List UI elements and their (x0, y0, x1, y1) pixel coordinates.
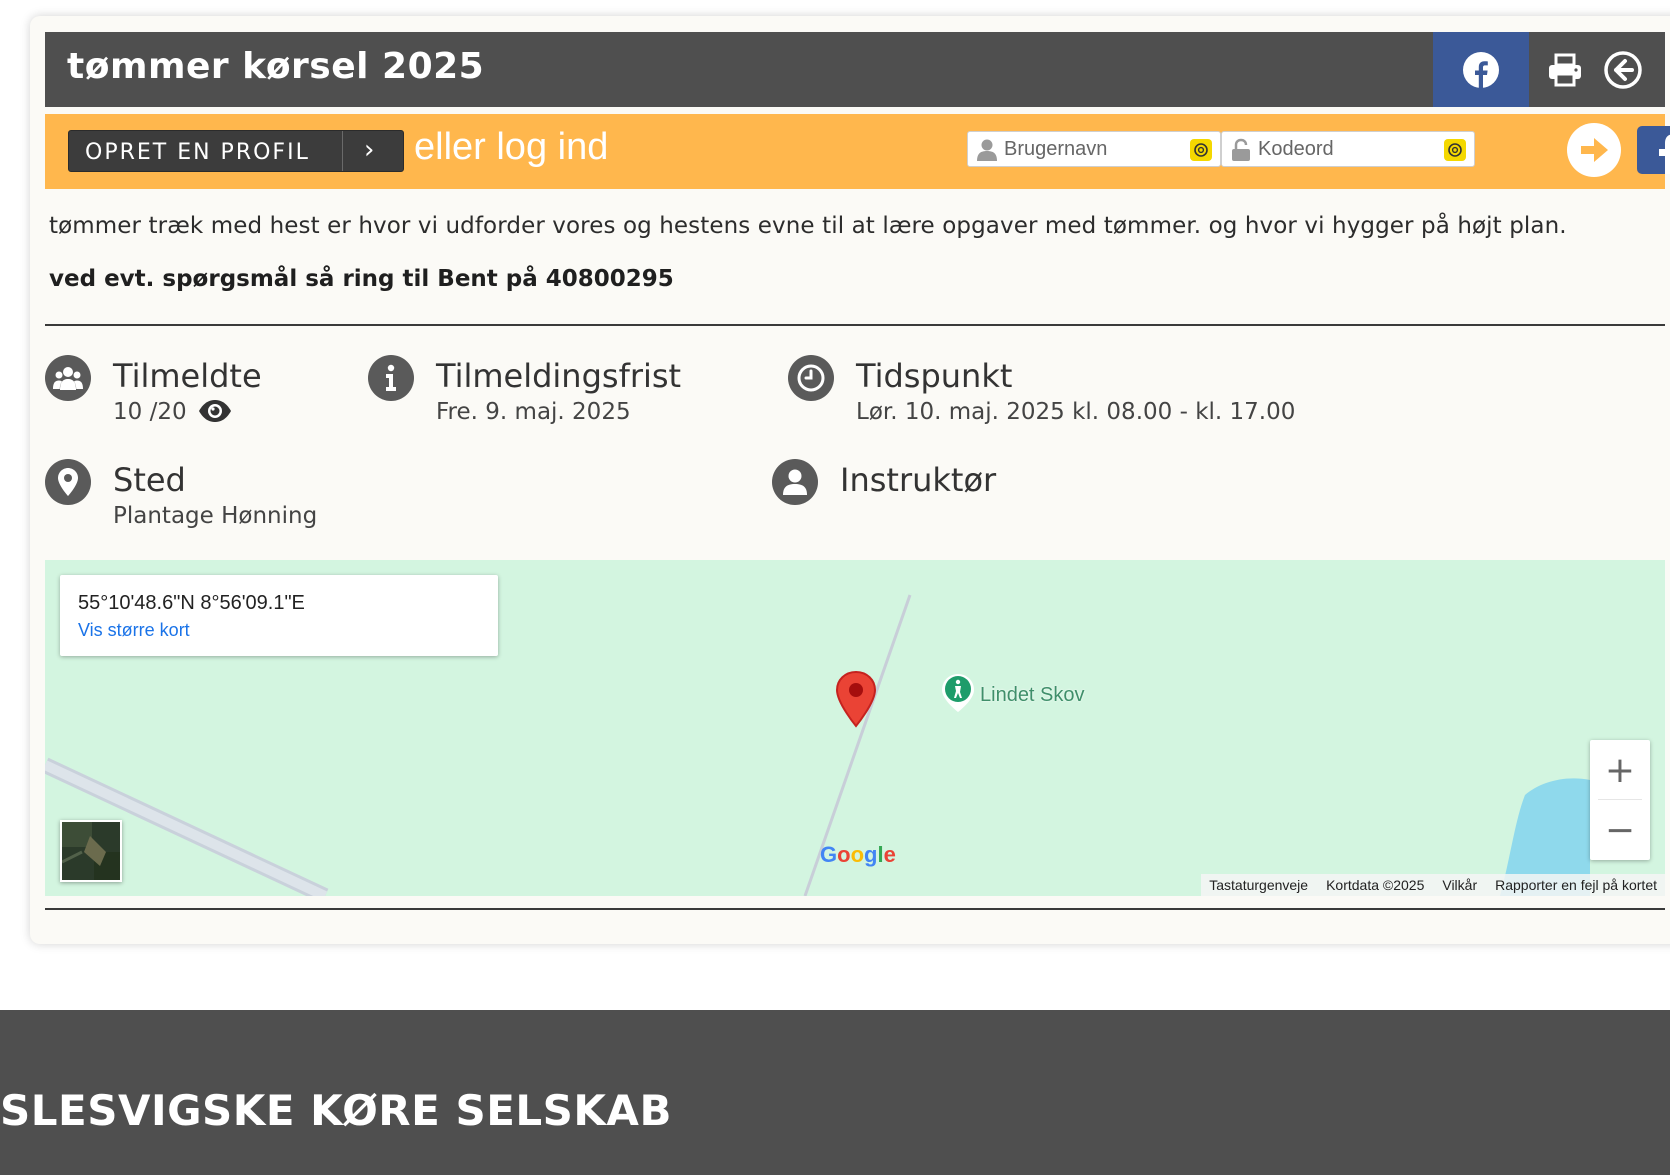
place-value: Plantage Hønning (113, 503, 318, 529)
print-icon[interactable] (1545, 50, 1585, 90)
group-icon (45, 355, 91, 401)
button-divider (342, 131, 343, 171)
login-bar: OPRET EN PROFIL › eller log ind (45, 114, 1670, 189)
password-field[interactable] (1221, 131, 1475, 167)
registered-heading: Tilmeldte (113, 357, 262, 395)
facebook-login-button[interactable] (1637, 126, 1670, 174)
eye-icon[interactable] (198, 399, 232, 423)
facebook-share-button[interactable] (1433, 32, 1529, 107)
deadline-value: Fre. 9. maj. 2025 (436, 399, 631, 425)
person-icon (772, 459, 818, 505)
satellite-thumbnail (62, 822, 120, 880)
clock-icon (788, 355, 834, 401)
satellite-toggle[interactable] (60, 820, 122, 882)
registered-count: 10 /20 (113, 399, 187, 425)
divider (45, 324, 1665, 326)
user-icon (977, 139, 997, 161)
create-profile-label: OPRET EN PROFIL (85, 140, 310, 165)
map-data-credit: Kortdata ©2025 (1326, 877, 1425, 893)
login-submit-button[interactable] (1567, 123, 1621, 177)
larger-map-link[interactable]: Vis større kort (78, 620, 190, 641)
map-place-card: 55°10'48.6"N 8°56'09.1"E Vis større kort (60, 575, 498, 656)
registered-value: 10 /20 (113, 399, 232, 425)
password-manager-icon[interactable] (1444, 139, 1466, 161)
info-icon (368, 355, 414, 401)
map-marker-icon[interactable] (835, 670, 877, 728)
back-arrow-icon[interactable] (1603, 50, 1643, 90)
map-pin-icon (45, 459, 91, 505)
terms-link[interactable]: Vilkår (1442, 877, 1477, 893)
zoom-in-button[interactable]: + (1590, 740, 1650, 800)
google-logo: Google (820, 842, 896, 867)
create-profile-button[interactable]: OPRET EN PROFIL › (68, 130, 404, 172)
instructor-heading: Instruktør (840, 461, 997, 499)
arrow-right-icon (1581, 138, 1608, 162)
map-embed[interactable]: 55°10'48.6"N 8°56'09.1"E Vis større kort… (45, 560, 1665, 896)
footer-brand: SLESVIGSKE KØRE SELSKAB (0, 1086, 672, 1135)
chevron-right-icon: › (364, 135, 375, 165)
zoom-controls: + − (1590, 740, 1650, 860)
password-input[interactable] (1258, 136, 1438, 162)
deadline-heading: Tilmeldingsfrist (436, 357, 682, 395)
event-contact: ved evt. spørgsmål så ring til Bent på 4… (49, 266, 674, 292)
event-title: tømmer kørsel 2025 (67, 46, 485, 87)
report-error-link[interactable]: Rapporter en fejl på kortet (1495, 877, 1657, 893)
poi-label[interactable]: Lindet Skov (980, 684, 1085, 707)
map-attribution: Tastaturgenveje Kortdata ©2025 Vilkår Ra… (1201, 874, 1665, 896)
map-coordinates: 55°10'48.6"N 8°56'09.1"E (78, 592, 305, 614)
or-login-text: eller log ind (414, 126, 609, 168)
time-heading: Tidspunkt (856, 357, 1013, 395)
event-header: tømmer kørsel 2025 (45, 32, 1665, 107)
zoom-out-button[interactable]: − (1590, 800, 1650, 860)
site-footer: SLESVIGSKE KØRE SELSKAB (0, 1010, 1670, 1175)
event-description: tømmer træk med hest er hvor vi udforder… (49, 213, 1567, 239)
divider (45, 908, 1665, 910)
hiking-poi-icon[interactable] (940, 672, 976, 714)
username-input[interactable] (1004, 136, 1184, 162)
facebook-icon (1659, 134, 1670, 174)
time-value: Lør. 10. maj. 2025 kl. 08.00 - kl. 17.00 (856, 399, 1296, 425)
lock-icon (1232, 138, 1250, 161)
password-manager-icon[interactable] (1190, 139, 1212, 161)
keyboard-shortcuts-link[interactable]: Tastaturgenveje (1209, 877, 1308, 893)
place-heading: Sted (113, 461, 186, 499)
facebook-icon (1463, 51, 1499, 88)
username-field[interactable] (967, 131, 1221, 167)
